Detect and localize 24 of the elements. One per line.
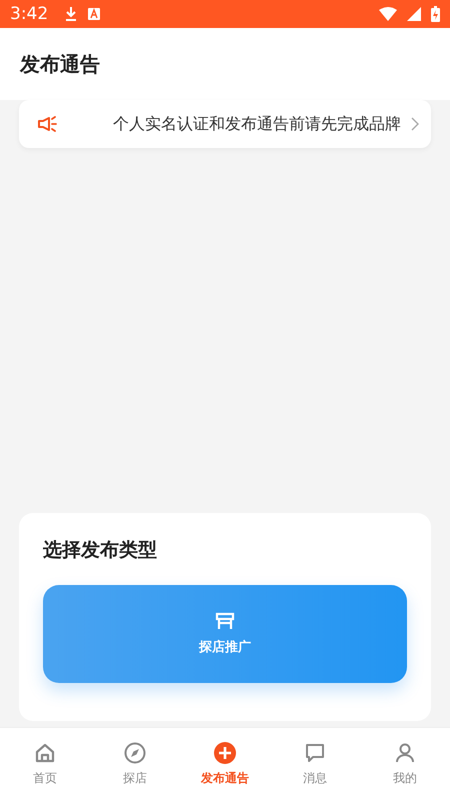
notice-bar[interactable]: 个人实名认证和发布通告前请先完成品牌 xyxy=(19,100,431,148)
battery-icon xyxy=(431,6,440,22)
notice-text: 个人实名认证和发布通告前请先完成品牌 xyxy=(113,114,401,134)
app-notification-icon xyxy=(88,8,100,20)
compass-icon xyxy=(124,742,146,764)
tab[interactable]: 我的 xyxy=(360,728,450,800)
download-icon xyxy=(64,6,78,22)
page-title: 发布通告 xyxy=(20,50,100,78)
status-time: 3:42 xyxy=(10,4,48,24)
tab[interactable]: 发布通告 xyxy=(180,728,270,800)
store-promotion-button[interactable]: 探店推广 xyxy=(43,585,407,683)
signal-icon xyxy=(407,7,421,21)
card-title: 选择发布类型 xyxy=(43,538,158,563)
tab[interactable]: 探店 xyxy=(90,728,180,800)
store-icon xyxy=(215,612,235,630)
chevron-right-icon xyxy=(411,117,419,131)
plus-icon xyxy=(214,742,236,764)
home-icon xyxy=(34,742,56,764)
person-icon xyxy=(394,742,416,764)
tab[interactable]: 消息 xyxy=(270,728,360,800)
message-icon xyxy=(304,742,326,764)
tab[interactable]: 首页 xyxy=(0,728,90,800)
wifi-icon xyxy=(379,7,397,21)
megaphone-icon xyxy=(37,116,59,132)
